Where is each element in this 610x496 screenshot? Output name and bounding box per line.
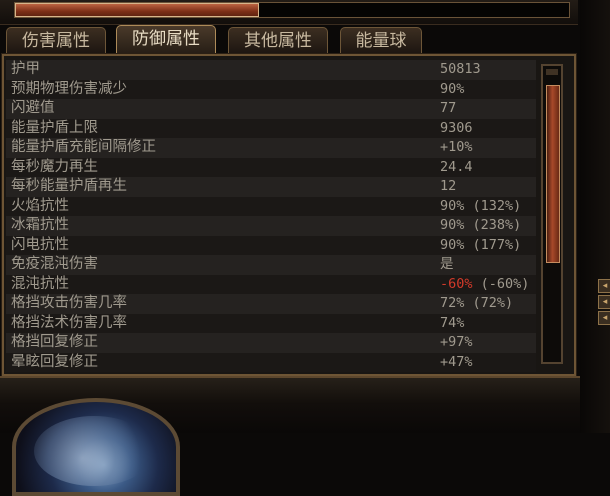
stat-row-chaos-immunity: 免疫混沌伤害 是 [6,255,536,275]
stat-value: 90% (132%) [440,197,522,214]
stat-row-lightning-resist: 闪电抗性 90% (177%) [6,235,536,255]
stat-label: 格挡攻击伤害几率 [11,295,127,311]
stat-value: 90% (177%) [440,236,522,253]
stat-label: 混沌抗性 [11,275,69,292]
defense-stats-panel: 护甲 50813 预期物理伤害减少 90% 闪避值 77 能量护盾上限 9306… [1,53,577,377]
stat-label: 晕眩回复修正 [11,353,98,370]
tab-defense-stats[interactable]: 防御属性 [116,25,216,54]
stat-value: 24.4 [440,158,473,175]
stat-row-physical-reduction: 预期物理伤害减少 90% [6,79,536,99]
side-menu-icon[interactable]: ◂ [598,295,610,309]
stat-value: 12 [440,178,457,194]
stat-value: 90% [440,80,465,97]
stat-label: 闪避值 [11,100,55,116]
side-menu-icon[interactable]: ◂ [598,279,610,293]
progress-bar [14,2,570,18]
tab-energy-orbs[interactable]: 能量球 [340,27,422,53]
stat-value: 72% (72%) [440,295,514,311]
scrollbar[interactable] [541,64,563,364]
stat-row-chaos-resist: 混沌抗性 -60% (-60%) [6,274,536,295]
stat-list: 护甲 50813 预期物理伤害减少 90% 闪避值 77 能量护盾上限 9306… [6,60,536,372]
stat-label: 能量护盾上限 [11,119,98,136]
stat-row-fire-resist: 火焰抗性 90% (132%) [6,196,536,216]
progress-bar-fill [15,3,259,17]
stat-value: 77 [440,100,457,116]
stat-label: 每秒能量护盾再生 [11,178,127,194]
stat-label: 能量护盾充能间隔修正 [11,139,156,155]
right-edge-hud [580,0,610,433]
stat-label: 预期物理伤害减少 [11,80,127,97]
stat-label: 火焰抗性 [11,197,69,214]
stat-row-evasion: 闪避值 77 [6,99,536,119]
top-bar [0,0,578,25]
stat-value: 50813 [440,61,481,77]
stat-row-block-recovery: 格挡回复修正 +97% [6,333,536,353]
stat-value: +97% [440,334,473,350]
stat-row-mana-regen: 每秒魔力再生 24.4 [6,157,536,177]
stat-row-cold-resist: 冰霜抗性 90% (238%) [6,216,536,236]
stat-row-energy-shield: 能量护盾上限 9306 [6,118,536,138]
stat-value: -60% (-60%) [440,275,529,295]
tab-damage-stats[interactable]: 伤害属性 [6,27,106,53]
stat-label: 格挡回复修正 [11,334,98,350]
stat-label: 护甲 [11,61,40,77]
tab-other-stats[interactable]: 其他属性 [228,27,328,53]
stat-value: 是 [440,256,454,272]
stat-label: 冰霜抗性 [11,217,69,233]
stat-row-es-regen: 每秒能量护盾再生 12 [6,177,536,197]
stat-label: 每秒魔力再生 [11,158,98,175]
scroll-up-arrow-icon[interactable] [546,69,558,75]
stat-value: 74% [440,314,465,331]
stat-row-spell-block: 格挡法术伤害几率 74% [6,313,536,333]
stat-row-es-recharge: 能量护盾充能间隔修正 +10% [6,138,536,158]
stat-row-armour: 护甲 50813 [6,60,536,80]
stat-label: 免疫混沌伤害 [11,256,98,272]
tab-bar: 伤害属性 防御属性 其他属性 能量球 [0,24,580,54]
stat-value: +47% [440,353,473,370]
stat-value: 90% (238%) [440,217,522,233]
stat-value: +10% [440,139,473,155]
life-globe [12,398,180,496]
stat-row-stun-recovery: 晕眩回复修正 +47% [6,352,536,372]
stat-value-negative: -60% [440,275,473,292]
stat-value-base: (-60%) [472,275,530,292]
scroll-thumb[interactable] [546,84,560,263]
stat-label: 闪电抗性 [11,236,69,253]
stat-row-attack-block: 格挡攻击伤害几率 72% (72%) [6,294,536,314]
globe-highlight [34,416,154,486]
side-menu-icon[interactable]: ◂ [598,311,610,325]
stat-label: 格挡法术伤害几率 [11,314,127,331]
stat-value: 9306 [440,119,473,136]
